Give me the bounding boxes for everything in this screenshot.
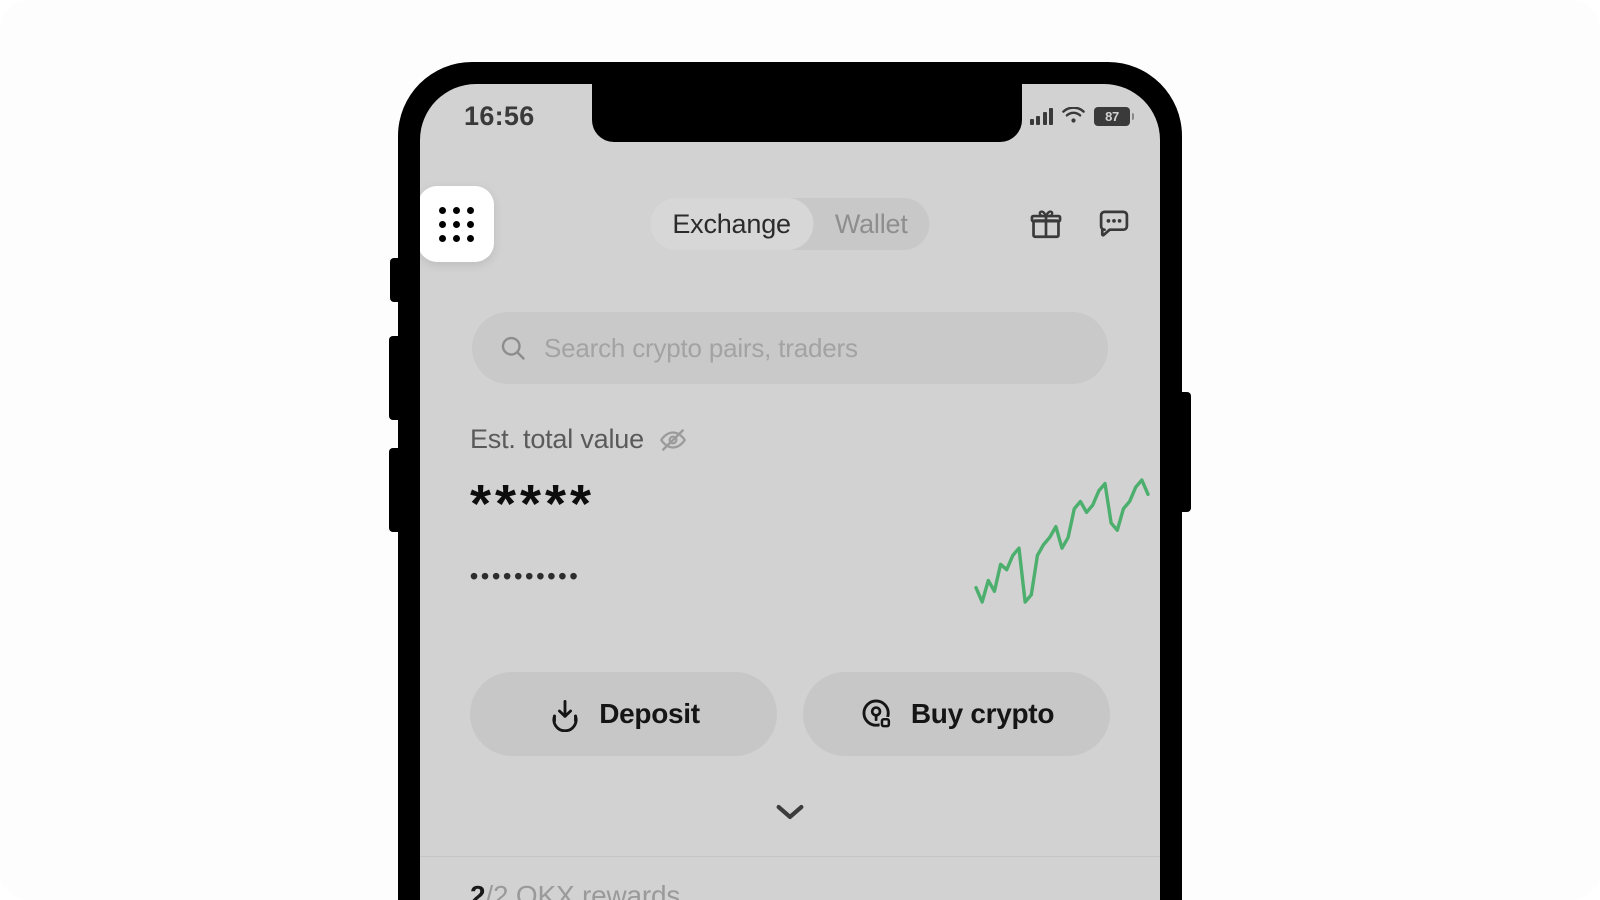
okx-rewards-row[interactable]: 2 /2 OKX rewards bbox=[470, 880, 680, 900]
balance-sparkline-chart bbox=[974, 478, 1150, 604]
signal-bars-icon bbox=[1029, 107, 1053, 125]
chevron-down-icon bbox=[776, 804, 804, 820]
exchange-wallet-segmented-control[interactable]: Exchange Wallet bbox=[650, 198, 930, 250]
grid-apps-icon bbox=[438, 206, 474, 242]
status-time: 16:56 bbox=[464, 100, 535, 131]
buy-crypto-icon bbox=[862, 699, 891, 729]
balance-label: Est. total value bbox=[470, 424, 644, 454]
search-placeholder-text: Search crypto pairs, traders bbox=[544, 332, 858, 363]
search-input[interactable]: Search crypto pairs, traders bbox=[472, 312, 1108, 384]
buy-crypto-button[interactable]: Buy crypto bbox=[803, 672, 1110, 756]
gift-icon bbox=[1030, 210, 1062, 239]
eye-slash-icon[interactable] bbox=[658, 425, 688, 455]
phone-screen: 16:56 87 Exchange Wallet Search crypto p… bbox=[420, 84, 1160, 900]
grid-apps-button[interactable] bbox=[420, 186, 494, 262]
status-indicators: 87 bbox=[1029, 106, 1134, 126]
chat-bubble-icon bbox=[1099, 210, 1129, 237]
status-bar: 16:56 87 bbox=[420, 84, 1160, 142]
phone-frame: 16:56 87 Exchange Wallet Search crypto p… bbox=[389, 62, 1191, 900]
battery-icon: 87 bbox=[1094, 106, 1134, 126]
section-divider bbox=[420, 856, 1160, 857]
tab-exchange[interactable]: Exchange bbox=[650, 198, 813, 250]
volume-down-button[interactable] bbox=[389, 448, 400, 532]
expand-collapse-button[interactable] bbox=[767, 798, 813, 826]
nav-icon-group bbox=[1024, 202, 1136, 246]
top-navigation-bar: Exchange Wallet bbox=[420, 176, 1160, 262]
deposit-button[interactable]: Deposit bbox=[470, 672, 777, 756]
silent-switch-button[interactable] bbox=[390, 258, 400, 302]
volume-up-button[interactable] bbox=[389, 336, 400, 420]
rewards-label: /2 OKX rewards bbox=[485, 880, 681, 900]
tab-exchange-label: Exchange bbox=[672, 208, 791, 239]
wifi-icon bbox=[1062, 107, 1085, 123]
download-circle-icon bbox=[552, 699, 578, 732]
tab-wallet[interactable]: Wallet bbox=[813, 198, 930, 250]
tab-wallet-label: Wallet bbox=[834, 208, 908, 239]
quick-action-row: Deposit Buy crypto bbox=[470, 672, 1110, 756]
buy-crypto-button-label: Buy crypto bbox=[910, 698, 1055, 729]
balance-label-row: Est. total value bbox=[470, 424, 1110, 455]
chat-button[interactable] bbox=[1092, 202, 1136, 246]
search-icon bbox=[501, 336, 525, 360]
gift-button[interactable] bbox=[1024, 202, 1068, 246]
rewards-count: 2 bbox=[470, 880, 486, 900]
battery-level-text: 87 bbox=[1105, 108, 1119, 124]
deposit-button-label: Deposit bbox=[599, 698, 700, 729]
screenshot-canvas: 16:56 87 Exchange Wallet Search crypto p… bbox=[0, 0, 1600, 900]
power-button[interactable] bbox=[1180, 392, 1191, 512]
